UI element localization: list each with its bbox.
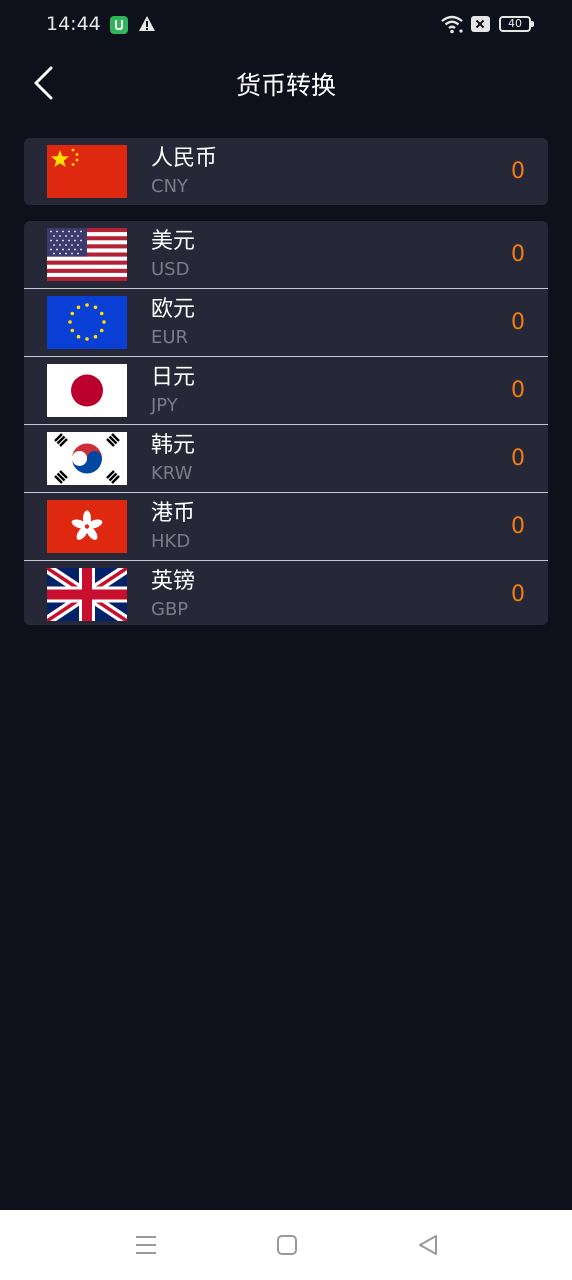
currency-row-eur[interactable]: 欧元 EUR 0 — [24, 288, 548, 356]
currency-name: 人民币 — [151, 146, 218, 171]
currency-row-gbp[interactable]: 英镑 GBP 0 — [24, 560, 548, 625]
eu-flag-icon — [47, 296, 127, 349]
currency-code: GBP — [151, 599, 189, 620]
currency-row-usd[interactable]: 美元 USD 0 — [24, 221, 548, 288]
currency-code: HKD — [151, 531, 191, 552]
currency-name: 日元 — [151, 365, 196, 390]
currency-name: 韩元 — [151, 433, 196, 458]
wifi-icon — [441, 15, 463, 34]
home-square-icon[interactable] — [272, 1230, 302, 1260]
currency-row-hkd[interactable]: 港币 HKD 0 — [24, 492, 548, 560]
sim-icon — [471, 16, 490, 32]
currency-name: 英镑 — [151, 569, 196, 594]
currency-name: 欧元 — [151, 297, 196, 322]
menu-icon[interactable] — [131, 1230, 161, 1260]
warning-icon — [139, 16, 155, 31]
currency-row-krw[interactable]: 韩元 KRW 0 — [24, 424, 548, 492]
cn-flag-icon — [47, 145, 127, 198]
gb-flag-icon — [47, 568, 127, 621]
jp-flag-icon — [47, 364, 127, 417]
kr-flag-icon — [47, 432, 127, 485]
currency-value[interactable]: 0 — [511, 242, 525, 267]
base-currency-card: 人民币 CNY 0 — [24, 138, 548, 205]
currency-value[interactable]: 0 — [511, 159, 525, 184]
hk-flag-icon — [47, 500, 127, 553]
currency-value[interactable]: 0 — [511, 582, 525, 607]
currency-row-cny[interactable]: 人民币 CNY 0 — [24, 138, 548, 205]
currency-name: 港币 — [151, 501, 196, 526]
system-nav-bar — [0, 1210, 572, 1280]
app-notification-icon — [110, 16, 128, 34]
status-bar: 14:44 40 — [0, 0, 572, 52]
header: 货币转换 — [0, 52, 572, 114]
currency-value[interactable]: 0 — [511, 446, 525, 471]
battery-icon: 40 — [499, 16, 534, 32]
status-time: 14:44 — [46, 13, 101, 35]
currency-row-jpy[interactable]: 日元 JPY 0 — [24, 356, 548, 424]
currency-value[interactable]: 0 — [511, 310, 525, 335]
currency-code: KRW — [151, 463, 193, 484]
currency-name: 美元 — [151, 229, 196, 254]
currency-list-card: 美元 USD 0 欧元 EUR 0 日元 JPY 0 韩元 KRW 0 港币 H… — [24, 221, 548, 625]
page-title: 货币转换 — [235, 71, 336, 100]
currency-code: JPY — [151, 395, 178, 416]
us-flag-icon — [47, 228, 127, 281]
currency-code: USD — [151, 259, 190, 280]
currency-code: EUR — [151, 327, 189, 348]
currency-value[interactable]: 0 — [511, 378, 525, 403]
currency-code: CNY — [151, 176, 189, 197]
back-triangle-icon[interactable] — [413, 1230, 443, 1260]
currency-value[interactable]: 0 — [511, 514, 525, 539]
